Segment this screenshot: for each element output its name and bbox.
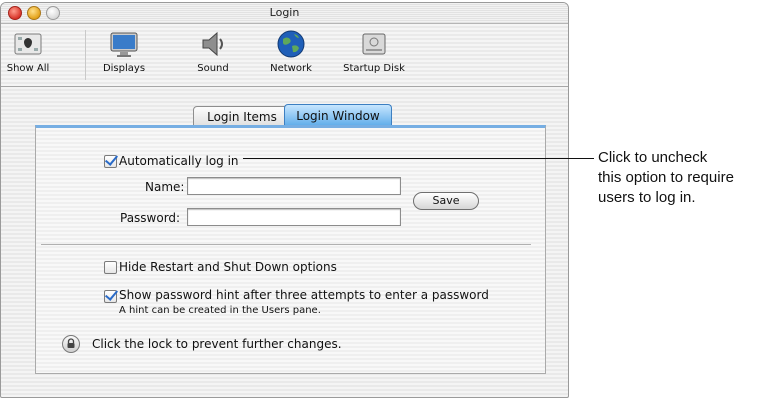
hide-restart-label: Hide Restart and Shut Down options bbox=[119, 260, 337, 274]
toolbar-separator bbox=[85, 30, 86, 80]
hint-note: A hint can be created in the Users pane. bbox=[119, 305, 321, 316]
speaker-icon bbox=[202, 31, 223, 57]
divider bbox=[41, 244, 531, 245]
display-icon bbox=[110, 32, 138, 57]
toolbar: Show All Displays Sound Network Startup … bbox=[1, 24, 568, 87]
callout-line bbox=[243, 158, 594, 159]
toolbar-label: Startup Disk bbox=[343, 63, 405, 74]
toolbar-show-all[interactable]: Show All bbox=[5, 28, 51, 74]
toolbar-displays[interactable]: Displays bbox=[97, 28, 151, 74]
name-label: Name: bbox=[145, 180, 185, 194]
callout-text: Click to uncheck this option to require … bbox=[598, 148, 782, 208]
lock-text: Click the lock to prevent further change… bbox=[92, 337, 342, 351]
callout-line-3: users to log in. bbox=[598, 189, 696, 206]
toolbar-startup-disk[interactable]: Startup Disk bbox=[337, 28, 411, 74]
auto-login-checkbox[interactable] bbox=[104, 155, 117, 168]
password-field[interactable] bbox=[187, 208, 401, 226]
password-label: Password: bbox=[120, 211, 181, 225]
toolbar-network[interactable]: Network bbox=[266, 28, 316, 74]
toolbar-label: Displays bbox=[102, 63, 146, 74]
hide-restart-checkbox[interactable] bbox=[104, 261, 117, 274]
globe-icon bbox=[277, 30, 305, 58]
save-button[interactable]: Save bbox=[413, 192, 479, 210]
lock-button[interactable] bbox=[62, 335, 80, 353]
title-bar[interactable]: Login bbox=[1, 3, 568, 24]
lock-icon bbox=[67, 338, 75, 348]
window-title: Login bbox=[269, 6, 300, 19]
toolbar-label: Show All bbox=[6, 63, 50, 74]
toolbar-label: Sound bbox=[197, 63, 229, 74]
auto-login-label: Automatically log in bbox=[119, 154, 239, 168]
disk-icon bbox=[362, 33, 386, 55]
callout-line-1: Click to uncheck bbox=[598, 149, 708, 166]
show-all-icon bbox=[14, 33, 42, 55]
toolbar-label: Network bbox=[270, 63, 312, 74]
password-hint-label: Show password hint after three attempts … bbox=[119, 288, 489, 302]
password-hint-checkbox[interactable] bbox=[104, 290, 117, 303]
tab-login-items[interactable]: Login Items bbox=[193, 106, 291, 127]
toolbar-sound[interactable]: Sound bbox=[191, 28, 235, 74]
tab-login-window[interactable]: Login Window bbox=[284, 104, 392, 127]
callout-line-2: this option to require bbox=[598, 169, 734, 186]
preferences-window: Login Show All Displays Sound Network St… bbox=[0, 2, 569, 398]
name-field[interactable] bbox=[187, 177, 401, 195]
